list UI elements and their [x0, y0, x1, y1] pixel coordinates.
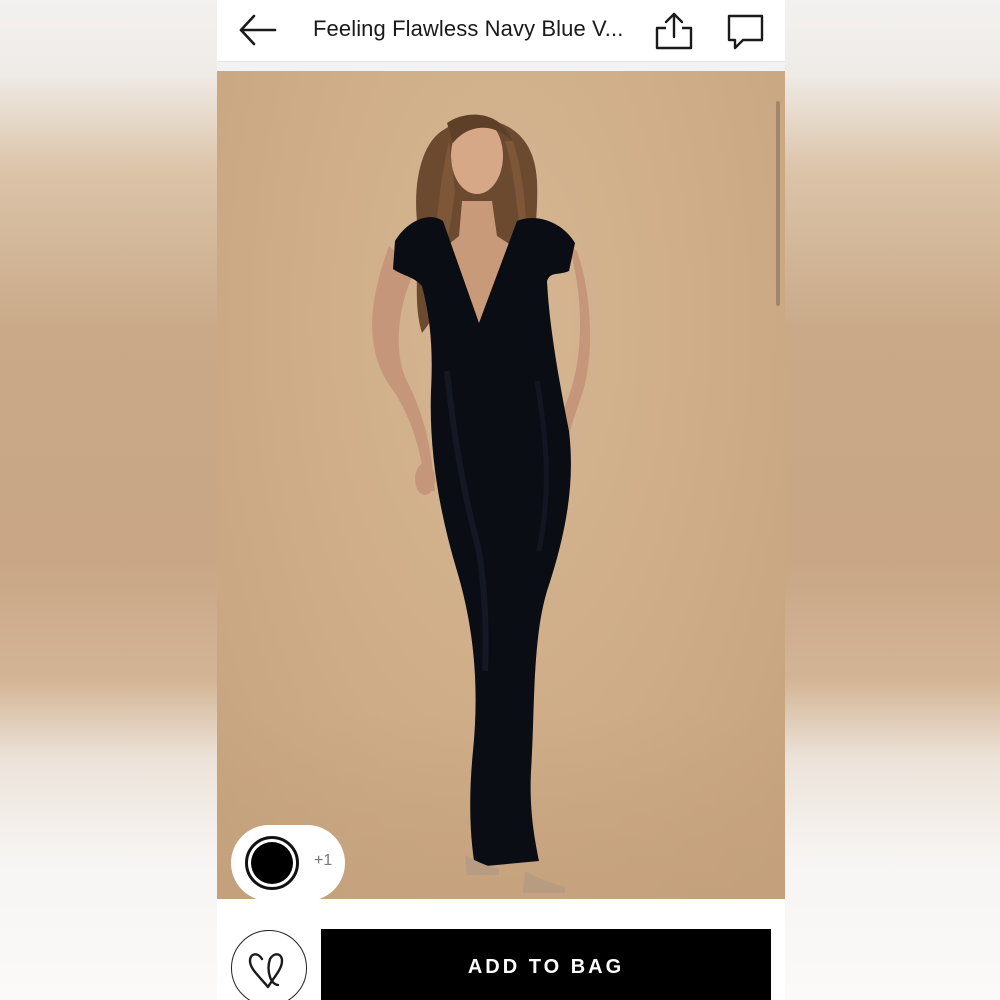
- color-swatch-fill: [251, 842, 293, 884]
- page-title: Feeling Flawless Navy Blue V...: [313, 16, 624, 41]
- model-illustration: [372, 114, 591, 893]
- comments-button[interactable]: [723, 10, 767, 52]
- like-button[interactable]: [231, 930, 307, 1000]
- more-colors-count[interactable]: +1: [314, 852, 332, 870]
- top-navigation-bar: Feeling Flawless Navy Blue V...: [217, 0, 785, 62]
- app-screen: Feeling Flawless Navy Blue V... +1 ADD T…: [217, 0, 785, 1000]
- add-to-bag-label: ADD TO BAG: [467, 956, 625, 978]
- image-scroll-indicator[interactable]: [776, 101, 780, 306]
- share-upload-icon: [655, 12, 693, 50]
- color-selector[interactable]: +1: [231, 825, 345, 899]
- share-button[interactable]: [653, 10, 695, 52]
- chat-bubble-icon: [727, 14, 764, 50]
- heart-icon: [248, 953, 284, 989]
- product-photo[interactable]: +1: [217, 71, 785, 899]
- action-bar: ADD TO BAG: [217, 899, 785, 1000]
- arrow-left-icon: [239, 14, 277, 46]
- color-swatch-selected[interactable]: [245, 836, 299, 890]
- add-to-bag-button[interactable]: ADD TO BAG: [321, 929, 771, 1000]
- back-button[interactable]: [235, 10, 279, 50]
- header-divider: [217, 62, 785, 71]
